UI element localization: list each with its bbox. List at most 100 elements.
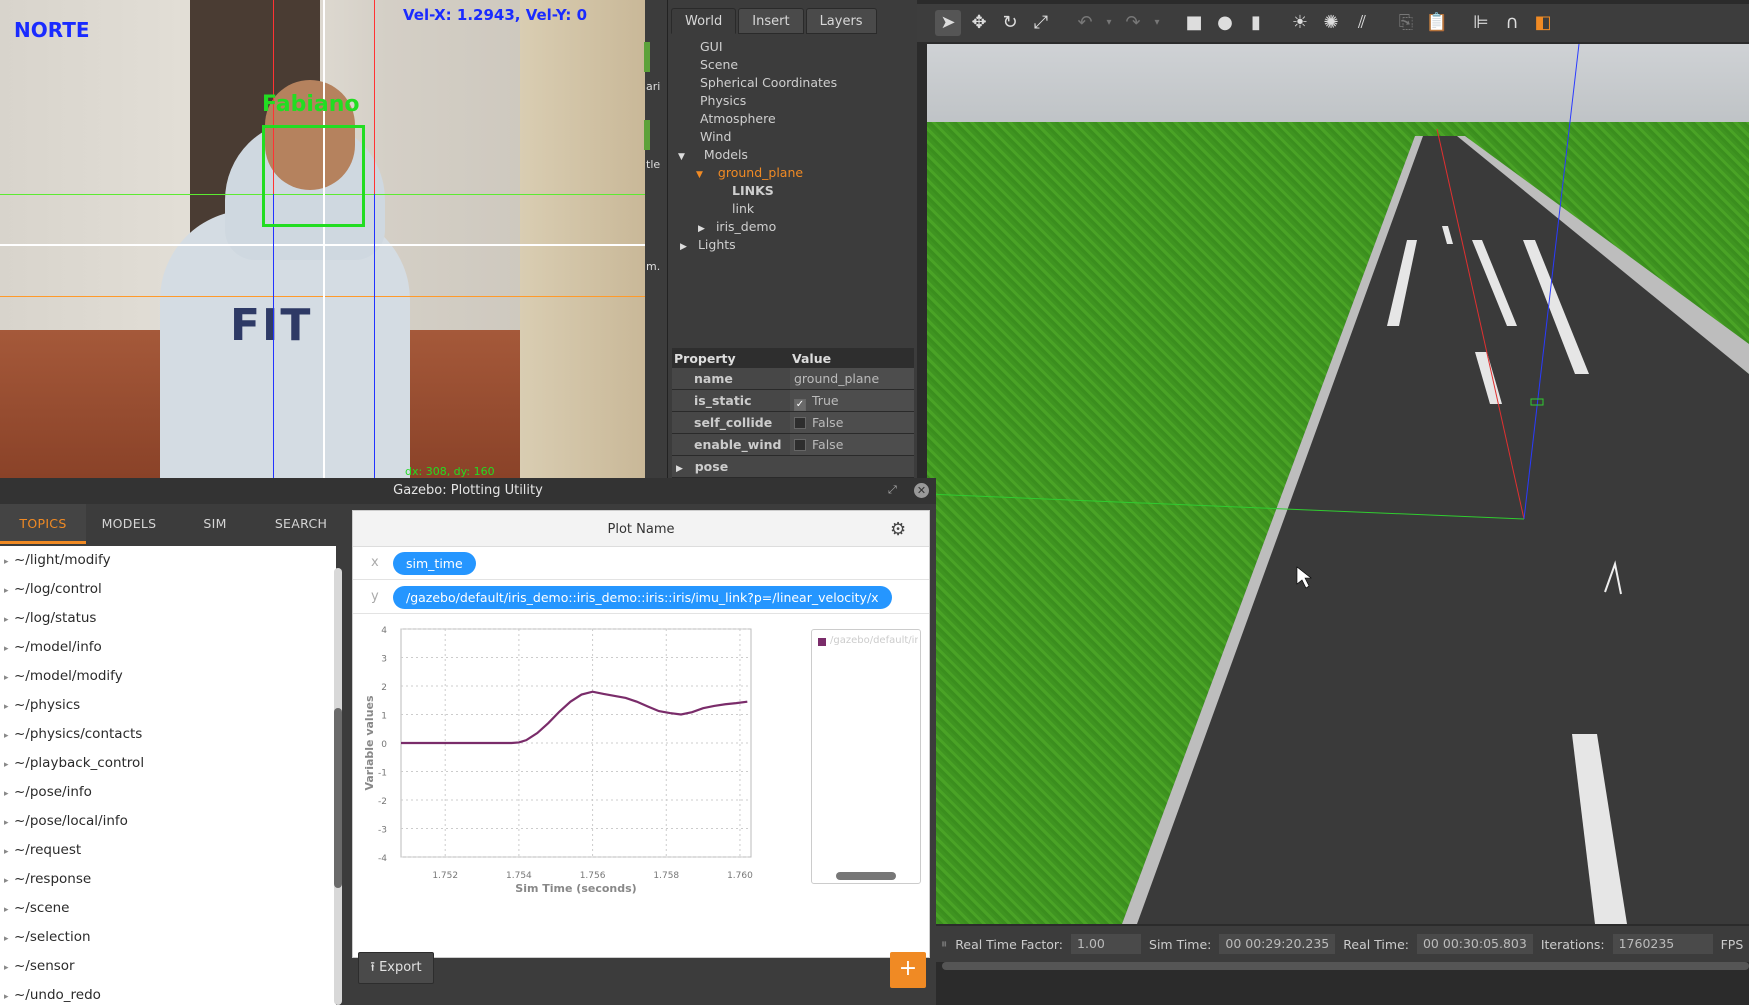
tab-models[interactable]: MODELS [86, 504, 172, 544]
sphere-shape-icon[interactable]: ● [1212, 10, 1238, 36]
undo-icon[interactable]: ↶ [1072, 10, 1098, 36]
expand-right-icon[interactable]: ▸ [4, 809, 14, 838]
align-icon[interactable]: ⊫ [1468, 10, 1494, 36]
plot-name[interactable]: Plot Name [353, 511, 929, 547]
topic-item[interactable]: ▸ ~/physics [0, 691, 336, 720]
expand-right-icon[interactable]: ▸ [4, 954, 14, 983]
topic-item[interactable]: ▸ ~/response [0, 865, 336, 894]
property-key-pose[interactable]: ▶ pose [672, 456, 914, 477]
select-arrow-icon[interactable]: ➤ [935, 10, 961, 36]
expand-right-icon[interactable]: ▸ [4, 635, 14, 664]
translate-icon[interactable]: ✥ [966, 10, 992, 36]
tab-world[interactable]: World [671, 8, 737, 34]
tree-item-links[interactable]: LINKS [678, 182, 908, 200]
expand-right-icon[interactable]: ▶ [676, 464, 686, 474]
topic-item[interactable]: ▸ ~/undo_redo [0, 981, 336, 1005]
topic-item[interactable]: ▸ ~/request [0, 836, 336, 865]
expand-right-icon[interactable]: ▸ [4, 896, 14, 925]
topic-item[interactable]: ▸ ~/log/status [0, 604, 336, 633]
topic-item[interactable]: ▸ ~/model/info [0, 633, 336, 662]
redo-dropdown-icon[interactable]: ▾ [1151, 10, 1163, 36]
tree-item-scene[interactable]: Scene [678, 56, 908, 74]
expand-right-icon[interactable]: ▸ [4, 751, 14, 780]
tree-item-wind[interactable]: Wind [678, 128, 908, 146]
property-row-enable-wind[interactable]: enable_wind False [672, 434, 914, 456]
tab-layers[interactable]: Layers [805, 8, 877, 34]
point-light-icon[interactable]: ☀ [1287, 10, 1313, 36]
expand-right-icon[interactable]: ▶ [680, 238, 690, 256]
tree-item-models[interactable]: ▼ Models [678, 146, 908, 164]
checkbox-unchecked[interactable] [794, 417, 806, 429]
redo-icon[interactable]: ↷ [1120, 10, 1146, 36]
checkbox-unchecked[interactable] [794, 439, 806, 451]
property-value-cell[interactable]: False [790, 434, 914, 455]
checkbox-checked[interactable]: ✓ [794, 399, 806, 411]
tree-item-physics[interactable]: Physics [678, 92, 908, 110]
spot-light-icon[interactable]: ✺ [1318, 10, 1344, 36]
tree-item-iris-demo[interactable]: ▶ iris_demo [678, 218, 908, 236]
tree-item-ground-plane[interactable]: ▼ ground_plane [678, 164, 908, 182]
topic-item[interactable]: ▸ ~/model/modify [0, 662, 336, 691]
expand-right-icon[interactable]: ▸ [4, 606, 14, 635]
directional-light-icon[interactable]: ⫽ [1349, 10, 1375, 36]
property-row-pose[interactable]: ▶ pose [672, 456, 914, 478]
legend-scrollbar[interactable] [836, 872, 896, 880]
expand-right-icon[interactable]: ▸ [4, 577, 14, 606]
tab-sim[interactable]: SIM [172, 504, 258, 544]
copy-icon[interactable]: ⎘ [1393, 10, 1419, 36]
view-angle-icon[interactable]: ◧ [1530, 10, 1556, 36]
export-button[interactable]: ⭱ Export [358, 952, 434, 984]
gear-icon[interactable]: ⚙ [890, 519, 906, 540]
expand-right-icon[interactable]: ▸ [4, 925, 14, 954]
expand-right-icon[interactable]: ▸ [4, 983, 14, 1005]
cylinder-shape-icon[interactable]: ▮ [1243, 10, 1269, 36]
tab-search[interactable]: SEARCH [258, 504, 344, 544]
expand-down-icon[interactable]: ▼ [678, 148, 688, 166]
property-value-cell[interactable]: False [790, 412, 914, 433]
rotate-icon[interactable]: ↻ [997, 10, 1023, 36]
topic-item[interactable]: ▸ ~/light/modify [0, 546, 336, 575]
tree-item-gui[interactable]: GUI [678, 38, 908, 56]
topic-item[interactable]: ▸ ~/log/control [0, 575, 336, 604]
topic-item[interactable]: ▸ ~/physics/contacts [0, 720, 336, 749]
tree-item-spherical[interactable]: Spherical Coordinates [678, 74, 908, 92]
tree-item-lights[interactable]: ▶ Lights [678, 236, 908, 254]
expand-right-icon[interactable]: ▸ [4, 722, 14, 751]
topic-item[interactable]: ▸ ~/pose/info [0, 778, 336, 807]
y-variable-pill[interactable]: /gazebo/default/iris_demo::iris_demo::ir… [393, 586, 892, 609]
timeline-scrollbar[interactable] [942, 962, 1749, 970]
expand-down-icon[interactable]: ▼ [696, 166, 706, 184]
expand-right-icon[interactable]: ▸ [4, 838, 14, 867]
box-shape-icon[interactable]: ■ [1181, 10, 1207, 36]
topic-item[interactable]: ▸ ~/playback_control [0, 749, 336, 778]
property-row-self-collide[interactable]: self_collide False [672, 412, 914, 434]
x-variable-pill[interactable]: sim_time [393, 552, 476, 575]
property-value[interactable]: ground_plane [790, 368, 914, 389]
undo-dropdown-icon[interactable]: ▾ [1103, 10, 1115, 36]
expand-right-icon[interactable]: ▸ [4, 867, 14, 896]
pause-icon[interactable]: ⏸ [941, 936, 947, 952]
snap-magnet-icon[interactable]: ∩ [1499, 10, 1525, 36]
topic-item[interactable]: ▸ ~/pose/local/info [0, 807, 336, 836]
expand-right-icon[interactable]: ▸ [4, 664, 14, 693]
property-value-cell[interactable]: ✓ True [790, 390, 914, 411]
3d-scene[interactable] [927, 44, 1749, 924]
property-row-is-static[interactable]: is_static ✓ True [672, 390, 914, 412]
expand-right-icon[interactable]: ▸ [4, 780, 14, 809]
topic-scrollbar-thumb[interactable] [334, 708, 342, 888]
tab-insert[interactable]: Insert [738, 8, 804, 34]
paste-icon[interactable]: 📋 [1424, 10, 1450, 36]
expand-right-icon[interactable]: ▸ [4, 693, 14, 722]
scale-icon[interactable]: ⤢ [1028, 10, 1054, 36]
tree-item-atmosphere[interactable]: Atmosphere [678, 110, 908, 128]
topic-item[interactable]: ▸ ~/sensor [0, 952, 336, 981]
tab-topics[interactable]: TOPICS [0, 504, 86, 544]
topic-item[interactable]: ▸ ~/selection [0, 923, 336, 952]
property-row-name[interactable]: name ground_plane [672, 368, 914, 390]
topic-item[interactable]: ▸ ~/scene [0, 894, 336, 923]
tree-item-link[interactable]: link [678, 200, 908, 218]
add-plot-button[interactable]: + [890, 952, 926, 988]
maximize-icon[interactable]: ⤢ [888, 483, 897, 497]
close-icon[interactable]: ✕ [914, 483, 929, 498]
expand-right-icon[interactable]: ▸ [4, 548, 14, 577]
